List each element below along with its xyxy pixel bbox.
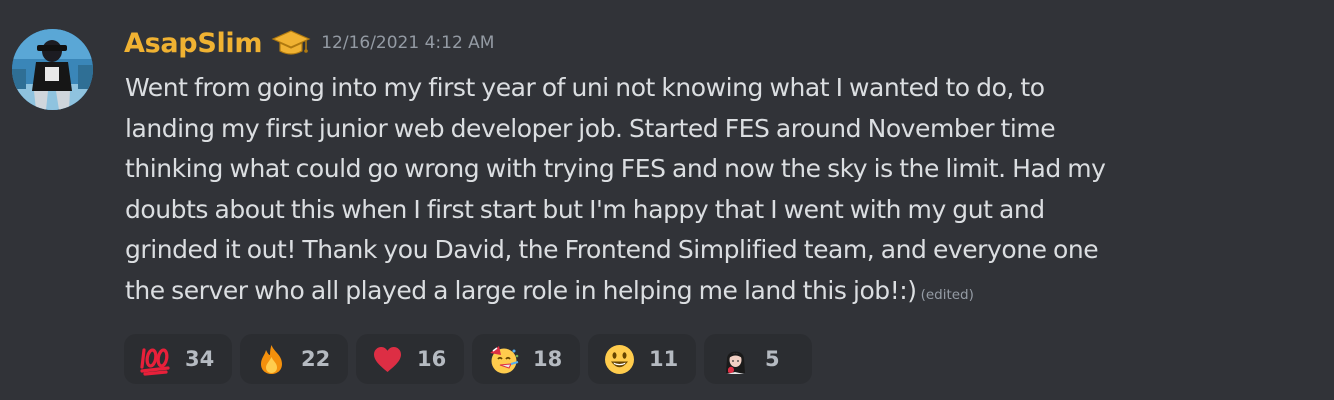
user-avatar[interactable] <box>12 29 93 110</box>
message-timestamp[interactable]: 12/16/2021 4:12 AM <box>321 33 494 53</box>
reaction-count: 16 <box>417 347 447 371</box>
reaction-heart[interactable]: 16 <box>356 334 464 384</box>
fire-icon <box>255 343 288 376</box>
hundred-points-icon <box>139 343 172 376</box>
reaction-party[interactable]: 18 <box>472 334 580 384</box>
message-line: grinded it out! Thank you David, the Fro… <box>125 235 1099 265</box>
reaction-fire[interactable]: 22 <box>240 334 348 384</box>
reaction-count: 5 <box>765 347 780 371</box>
reaction-count: 34 <box>185 347 215 371</box>
message-line: Went from going into my first year of un… <box>125 73 1045 102</box>
message-line: thinking what could go wrong with trying… <box>125 154 1106 184</box>
message-line: landing my first junior web developer jo… <box>125 113 1056 143</box>
custom-girl-emoji-icon <box>719 343 752 376</box>
message-line-text: the server who all played a large role i… <box>125 275 917 305</box>
message-line-last: the server who all played a large role i… <box>125 271 1315 316</box>
reaction-count: 11 <box>649 347 679 371</box>
message-line: doubts about this when I first start but… <box>125 194 1045 224</box>
reaction-custom[interactable]: 5 <box>704 334 812 384</box>
reaction-smiley[interactable]: 11 <box>588 334 696 384</box>
edited-label: (edited) <box>920 286 974 303</box>
red-heart-icon <box>371 343 404 376</box>
reaction-count: 22 <box>301 347 331 371</box>
smiley-face-icon <box>603 343 636 376</box>
chat-message: AsapSlim 12/16/2021 4:12 AM Went from go… <box>0 0 1334 400</box>
party-face-icon <box>487 343 520 376</box>
message-content: Went from going into my first year of un… <box>125 68 1315 316</box>
reaction-count: 18 <box>533 347 563 371</box>
author-name[interactable]: AsapSlim <box>124 28 263 59</box>
reaction-hundred[interactable]: 34 <box>124 334 232 384</box>
reaction-bar: 34 22 16 18 11 5 <box>124 334 812 384</box>
graduation-cap-icon[interactable] <box>271 28 311 58</box>
message-header: AsapSlim 12/16/2021 4:12 AM <box>124 23 494 63</box>
